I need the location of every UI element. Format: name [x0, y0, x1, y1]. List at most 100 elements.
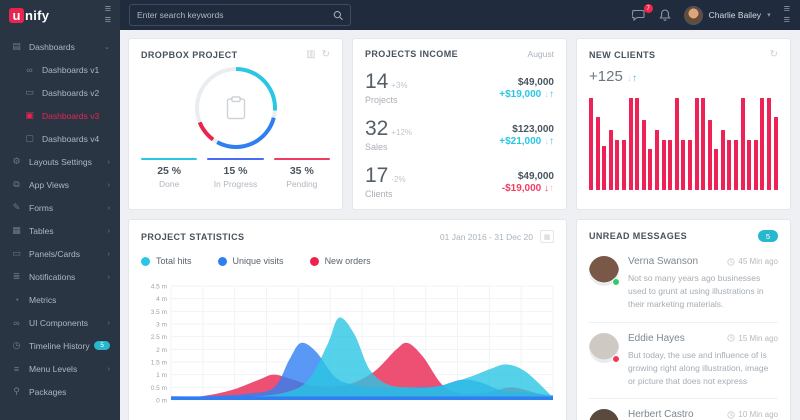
- svg-text:1 m: 1 m: [156, 372, 167, 379]
- message-item-herbert-castro[interactable]: Herbert Castro 10 Min ago But today, the…: [589, 398, 778, 420]
- user-avatar[interactable]: [684, 6, 703, 25]
- sidebar-item-panels-cards[interactable]: ▭Panels/Cards›: [0, 242, 120, 265]
- sidebar-item-dashboards-v1[interactable]: ∞Dashboards v1: [0, 58, 120, 81]
- logo-mark: u: [9, 8, 24, 23]
- income-number: 14: [365, 70, 388, 93]
- date-range-picker[interactable]: 01 Jan 2016 - 31 Dec 20: [440, 232, 533, 242]
- income-label: Clients: [365, 189, 406, 199]
- bar: [767, 98, 771, 190]
- refresh-icon[interactable]: ↻: [770, 49, 778, 60]
- sidebar-item-dashboards-v4[interactable]: ▢Dashboards v4: [0, 127, 120, 150]
- stat-value: 15 %: [207, 165, 263, 177]
- message-item-eddie-hayes[interactable]: Eddie Hayes 15 Min ago But today, the us…: [589, 322, 778, 399]
- sidebar-item-label: Packages: [29, 387, 66, 397]
- sender-name: Verna Swanson: [628, 256, 698, 267]
- message-item-verna-swanson[interactable]: Verna Swanson 45 Min ago Not so many yea…: [589, 252, 778, 322]
- refresh-icon[interactable]: ↻: [322, 49, 330, 60]
- bar: [635, 98, 639, 190]
- chart-panel-icon[interactable]: ▥: [306, 49, 315, 60]
- chevron-icon: ›: [108, 249, 111, 258]
- sidebar-toggle-icon[interactable]: ≡≡: [105, 4, 111, 26]
- chevron-icon: ›: [108, 157, 111, 166]
- sidebar-item-layouts-settings[interactable]: ⚙Layouts Settings›: [0, 150, 120, 173]
- sidebar-item-label: Forms: [29, 203, 53, 213]
- message-body: Verna Swanson 45 Min ago Not so many yea…: [619, 256, 778, 312]
- bar: [721, 130, 725, 190]
- message-text: But today, the use and influence of is g…: [628, 349, 778, 389]
- legend-label: Total hits: [156, 256, 192, 266]
- bar: [609, 130, 613, 190]
- sidebar-item-packages[interactable]: ⚲ Packages: [0, 380, 120, 403]
- new-clients-bar-chart: [589, 93, 778, 190]
- sidebar-item-dashboards-v3[interactable]: ▣Dashboards v3: [0, 104, 120, 127]
- dashboards-icon: ▤: [10, 41, 23, 52]
- income-delta: +12%: [391, 128, 412, 137]
- messages-icon[interactable]: 7: [632, 9, 646, 21]
- svg-text:2 m: 2 m: [156, 347, 167, 354]
- sidebar-item-label: Dashboards v4: [42, 134, 99, 144]
- chevron-icon: ›: [108, 272, 111, 281]
- legend-item-new-orders[interactable]: New orders: [310, 256, 371, 266]
- bar: [668, 140, 672, 190]
- tables-icon: ▦: [10, 225, 23, 236]
- notifications-icon: ≣: [10, 271, 23, 282]
- dropbox-card-title: DROPBOX PROJECT: [141, 50, 238, 60]
- message-body: Herbert Castro 10 Min ago But today, the…: [619, 409, 778, 420]
- search-icon[interactable]: [333, 10, 343, 21]
- sidebar-item-timeline-history[interactable]: ◷Timeline History5: [0, 334, 120, 357]
- card-unread-messages: UNREAD MESSAGES 5 Verna Swanson 45 Min a…: [576, 219, 791, 420]
- stat-color-bar: [207, 158, 263, 160]
- income-change: -$19,000 ↓↑: [502, 183, 554, 194]
- progress-stat-pending: 35 % Pending: [274, 158, 330, 189]
- dashboards-v2-icon: ▭: [23, 87, 36, 98]
- legend-item-unique-visits[interactable]: Unique visits: [218, 256, 284, 266]
- bar: [622, 140, 626, 190]
- sidebar-item-notifications[interactable]: ≣Notifications›: [0, 265, 120, 288]
- stat-label: In Progress: [207, 179, 263, 189]
- search-input[interactable]: [137, 10, 333, 20]
- card-project-statistics: PROJECT STATISTICS 01 Jan 2016 - 31 Dec …: [128, 219, 567, 420]
- income-amount: $49,000: [499, 77, 554, 88]
- sender-avatar[interactable]: [589, 409, 619, 420]
- user-menu[interactable]: Charlie Bailey ▾: [684, 6, 771, 25]
- legend-item-total-hits[interactable]: Total hits: [141, 256, 192, 266]
- sidebar-item-ui-components[interactable]: ∞UI Components›: [0, 311, 120, 334]
- bar: [714, 149, 718, 190]
- sidebar-item-menu-levels[interactable]: ≡Menu Levels›: [0, 357, 120, 380]
- bar: [589, 98, 593, 190]
- income-amount: $49,000: [502, 171, 554, 182]
- income-number: 32: [365, 117, 388, 140]
- legend-dot: [141, 257, 150, 266]
- packages-icon: ⚲: [10, 386, 23, 397]
- income-change: +$19,000 ↓↑: [499, 89, 554, 100]
- sidebar-item-tables[interactable]: ▦Tables›: [0, 219, 120, 242]
- sidebar-item-dashboards-v2[interactable]: ▭Dashboards v2: [0, 81, 120, 104]
- sender-avatar[interactable]: [589, 333, 619, 363]
- sender-name: Eddie Hayes: [628, 333, 685, 344]
- bar: [602, 146, 606, 190]
- income-period[interactable]: August: [528, 49, 554, 59]
- sidebar-item-forms[interactable]: ✎Forms›: [0, 196, 120, 219]
- sidebar-item-app-views[interactable]: ⧉App Views›: [0, 173, 120, 196]
- message-body: Eddie Hayes 15 Min ago But today, the us…: [619, 333, 778, 389]
- sidebar-item-dashboards[interactable]: ▤Dashboards⌄: [0, 35, 120, 58]
- notifications-bell-icon[interactable]: [659, 9, 671, 22]
- income-delta: -2%: [391, 175, 405, 184]
- message-time: 10 Min ago: [727, 410, 778, 419]
- stat-value: 35 %: [274, 165, 330, 177]
- bar: [760, 98, 764, 190]
- stat-label: Pending: [274, 179, 330, 189]
- bar: [648, 149, 652, 190]
- app-logo[interactable]: u nify: [9, 8, 49, 23]
- messages-card-title: UNREAD MESSAGES: [589, 231, 687, 241]
- search-bar[interactable]: [129, 4, 351, 26]
- settings-menu-icon[interactable]: ≡≡: [784, 4, 790, 26]
- sidebar-item-label: App Views: [29, 180, 69, 190]
- calendar-icon[interactable]: ▦: [540, 230, 554, 243]
- svg-text:3 m: 3 m: [156, 322, 167, 329]
- sidebar-item-metrics[interactable]: ◔Metrics: [0, 288, 120, 311]
- sender-avatar[interactable]: [589, 256, 619, 286]
- bar: [695, 98, 699, 190]
- timeline-history-icon: ◷: [10, 340, 23, 351]
- message-text: Not so many years ago businesses used to…: [628, 272, 778, 312]
